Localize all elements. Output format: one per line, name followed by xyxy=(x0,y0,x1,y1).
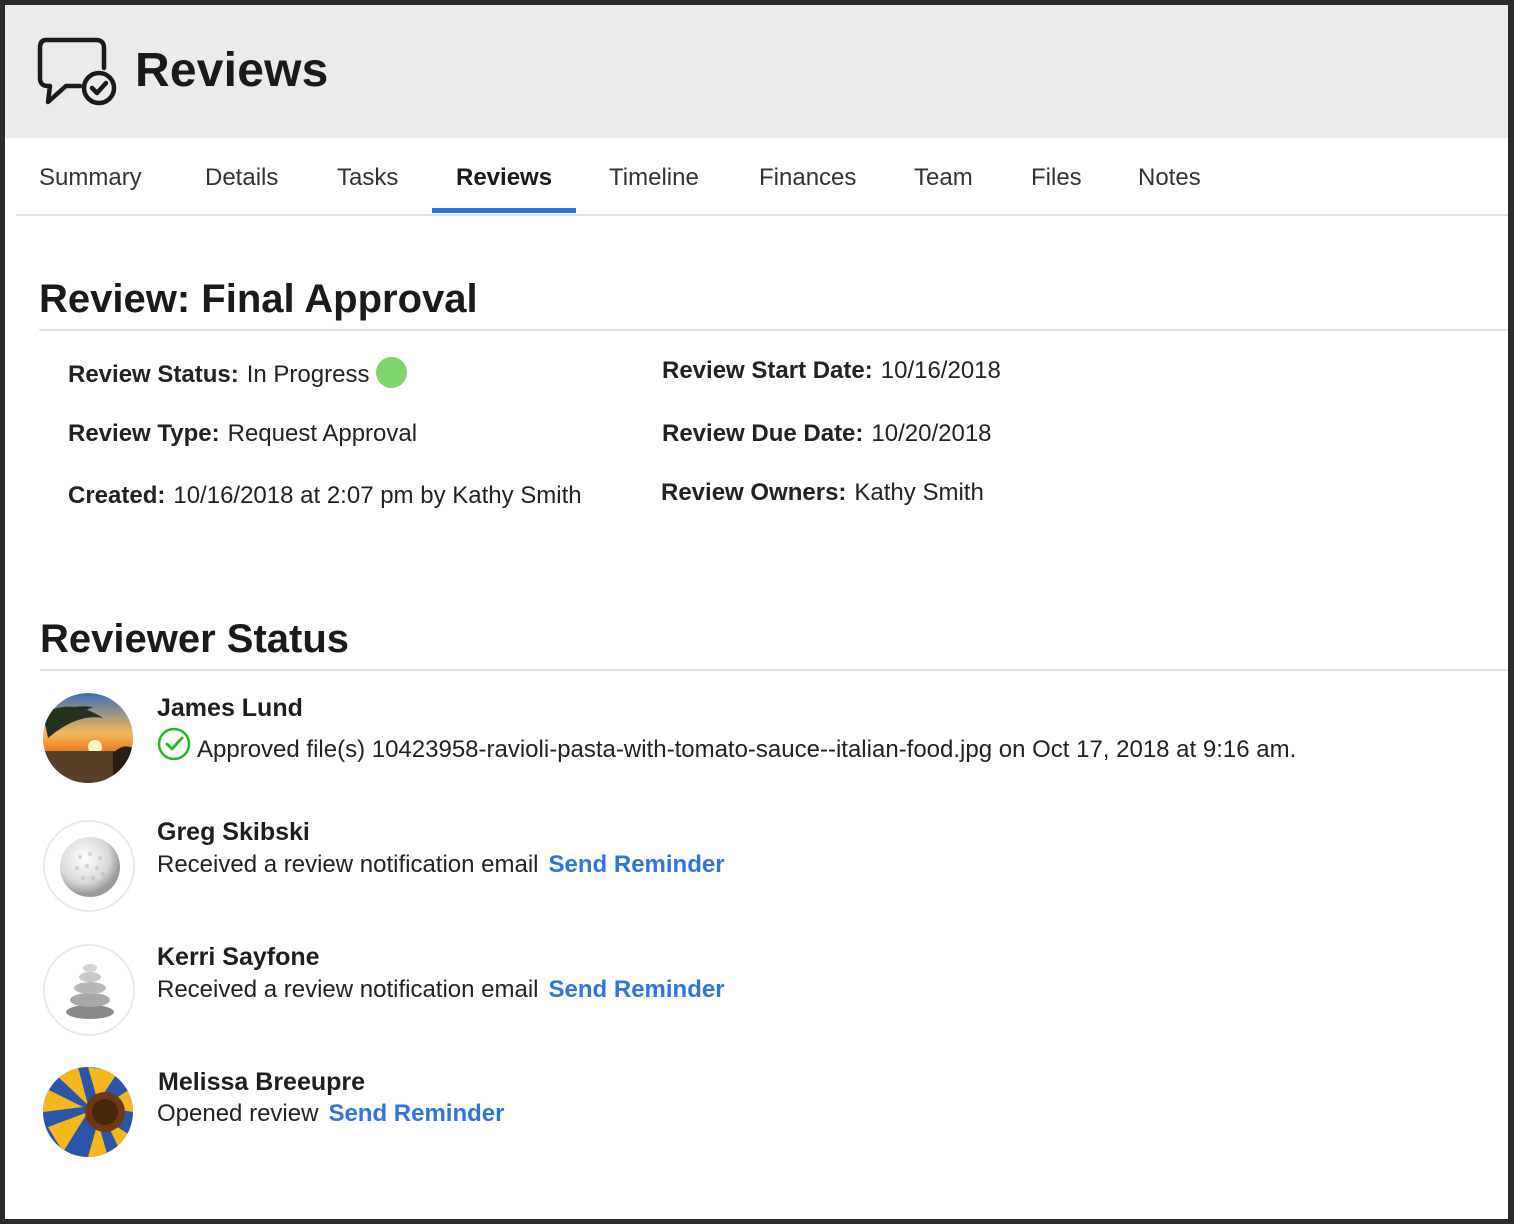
review-title: Review: Final Approval xyxy=(39,277,478,321)
avatar-james-lund xyxy=(43,693,133,783)
tab-reviews[interactable]: Reviews xyxy=(456,164,552,192)
reviewer-status-message: Received a review notification email xyxy=(157,976,539,1003)
reviewer-name: Greg Skibski xyxy=(157,818,310,846)
review-due-date-label: Review Due Date: xyxy=(662,420,864,447)
reviewer-status-title: Reviewer Status xyxy=(40,617,350,661)
reviewer-name: Kerri Sayfone xyxy=(157,943,320,971)
reviewer-status-text: Received a review notification email Send… xyxy=(157,976,725,1004)
review-start-date-value: 10/16/2018 xyxy=(880,357,1001,384)
reviewer-name: James Lund xyxy=(157,694,303,722)
chat-bubble-check-icon xyxy=(37,37,117,106)
review-type-value: Request Approval xyxy=(227,420,418,447)
reviewer-status-message: Approved file(s) 10423958-ravioli-pasta-… xyxy=(197,736,1297,763)
review-owners-label: Review Owners: xyxy=(661,479,847,506)
tab-notes[interactable]: Notes xyxy=(1138,164,1201,192)
review-type-label: Review Type: xyxy=(68,420,220,447)
reviewer-status-text: Opened review Send Reminder xyxy=(157,1100,504,1128)
review-created-label: Created: xyxy=(68,482,166,509)
send-reminder-link[interactable]: Send Reminder xyxy=(549,851,725,878)
review-status-value: In Progress xyxy=(246,361,370,388)
reviewer-status-message: Opened review xyxy=(157,1100,319,1127)
tab-finances[interactable]: Finances xyxy=(759,164,856,192)
tab-bar: Summary Details Tasks Reviews Timeline F… xyxy=(16,138,1508,216)
send-reminder-link[interactable]: Send Reminder xyxy=(549,976,725,1003)
reviewer-name: Melissa Breeupre xyxy=(158,1068,366,1096)
review-type-field: Review Type: Request Approval xyxy=(68,420,417,448)
avatar-melissa-breeupre xyxy=(43,1067,133,1157)
status-indicator-dot xyxy=(376,357,408,388)
section-divider xyxy=(40,669,1508,671)
active-tab-indicator xyxy=(432,208,576,213)
tab-files[interactable]: Files xyxy=(1031,164,1082,192)
section-divider xyxy=(39,329,1508,331)
review-status-label: Review Status: xyxy=(68,361,239,388)
review-due-date-field: Review Due Date: 10/20/2018 xyxy=(662,420,992,448)
reviewer-status-message: Received a review notification email xyxy=(157,851,539,878)
tab-tasks[interactable]: Tasks xyxy=(337,164,398,192)
tab-timeline[interactable]: Timeline xyxy=(609,164,699,192)
send-reminder-link[interactable]: Send Reminder xyxy=(328,1100,504,1127)
check-circle-icon xyxy=(157,727,191,761)
tab-team[interactable]: Team xyxy=(914,164,973,192)
review-start-date-field: Review Start Date: 10/16/2018 xyxy=(662,357,1001,385)
review-start-date-label: Review Start Date: xyxy=(662,357,873,384)
avatar-kerri-sayfone xyxy=(43,944,135,1036)
tab-details[interactable]: Details xyxy=(205,164,278,192)
reviewer-status-text: Received a review notification email Send… xyxy=(157,851,725,879)
review-owners-value: Kathy Smith xyxy=(854,479,984,506)
review-owners-field: Review Owners: Kathy Smith xyxy=(661,479,984,507)
reviewer-status-text: Approved file(s) 10423958-ravioli-pasta-… xyxy=(157,727,1296,764)
review-created-field: Created: 10/16/2018 at 2:07 pm by Kathy S… xyxy=(68,482,582,510)
app-window: Reviews Summary Details Tasks Reviews Ti… xyxy=(5,5,1508,1219)
app-title: Reviews xyxy=(135,44,329,97)
tab-summary[interactable]: Summary xyxy=(39,164,142,192)
page-header: Reviews xyxy=(5,5,1508,138)
avatar-greg-skibski xyxy=(43,820,135,912)
review-created-value: 10/16/2018 at 2:07 pm by Kathy Smith xyxy=(173,482,582,509)
review-status-field: Review Status: In Progress xyxy=(68,357,408,389)
review-due-date-value: 10/20/2018 xyxy=(871,420,992,447)
